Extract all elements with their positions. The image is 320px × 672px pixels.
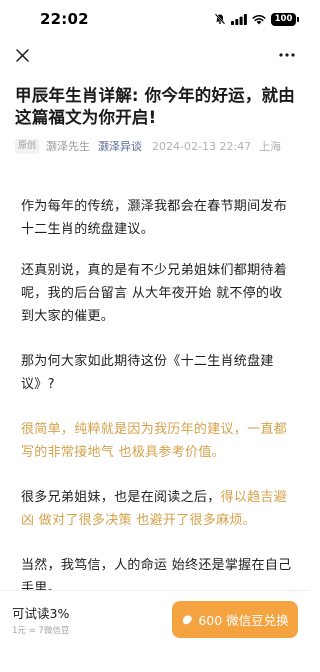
bell-off-icon <box>214 13 226 25</box>
article-paragraph-highlight: 很简单，纯粹就是因为我历年的建议，一直都写的非常接地气 也极具参考价值。 <box>21 422 288 460</box>
article-body: 作为每年的传统，灏泽我都会在春节期间发布十二生肖的统盘建议。 还真别说，真的是有… <box>21 195 293 622</box>
wifi-icon <box>252 14 266 24</box>
exchange-rate-label: 1元 = 7微信豆 <box>12 626 70 636</box>
publish-location: 上海 <box>259 140 282 153</box>
status-bar: 22:02 100 <box>0 0 310 38</box>
paywall-bar: 可试读3% 1元 = 7微信豆 600 微信豆兑换 <box>0 590 310 672</box>
article-meta: 原创 灏泽先生 灏泽异谈 2024-02-13 22:47 上海 <box>15 138 305 154</box>
article-paragraph: 还真别说，真的是有不少兄弟姐妹们都期待着呢，我的后台留言 从大年夜开始 就不停的… <box>21 263 288 324</box>
redeem-button[interactable]: 600 微信豆兑换 <box>172 601 298 638</box>
paragraph-text: 很多兄弟姐妹，也是在阅读之后， <box>21 490 221 505</box>
status-icons: 100 <box>214 12 299 26</box>
more-button[interactable] <box>276 45 298 65</box>
article-paragraph: 很多兄弟姐妹，也是在阅读之后，得以趋吉避凶 做对了很多决策 也避开了很多麻烦。 <box>21 486 293 532</box>
bean-icon <box>181 614 193 626</box>
article-paragraph: 作为每年的传统，灏泽我都会在春节期间发布十二生肖的统盘建议。 <box>21 199 288 237</box>
account-link[interactable]: 灏泽异谈 <box>98 138 142 154</box>
original-badge: 原创 <box>15 138 40 154</box>
battery-icon: 100 <box>271 12 299 26</box>
close-icon <box>15 48 29 62</box>
article-title: 甲辰年生肖详解: 你今年的好运，就由这篇福文为你开启! <box>15 86 295 127</box>
redeem-button-label: 600 微信豆兑换 <box>198 613 289 628</box>
more-dots-icon <box>279 53 295 57</box>
article-paragraph: 那为何大家如此期待这份《十二生肖统盘建议》? <box>21 354 274 392</box>
nav-bar <box>0 38 310 72</box>
close-button[interactable] <box>12 45 32 65</box>
publish-time: 2024-02-13 22:47 <box>152 139 252 153</box>
trial-read-label: 可试读3% <box>12 606 70 621</box>
signal-icon <box>231 13 247 25</box>
author-name: 灏泽先生 <box>46 140 91 153</box>
status-time: 22:02 <box>40 10 89 28</box>
